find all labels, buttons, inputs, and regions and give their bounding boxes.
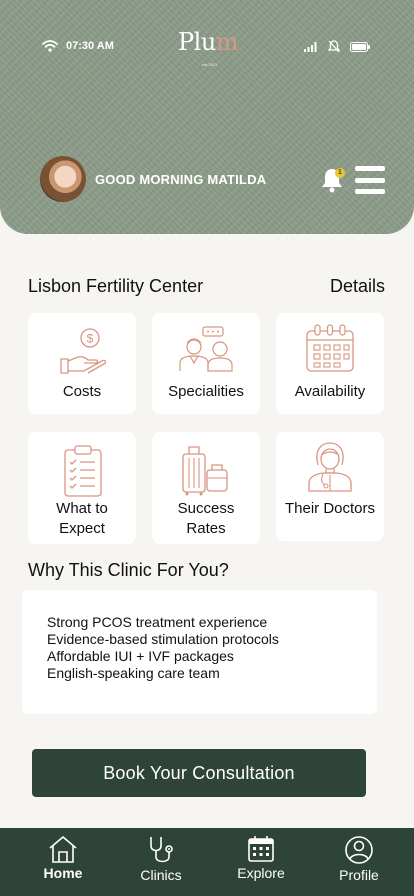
nav-item-home[interactable]: Home bbox=[23, 834, 103, 881]
nav-item-explore[interactable]: Explore bbox=[221, 834, 301, 881]
card-specialities[interactable]: Specialities bbox=[152, 313, 260, 414]
card-label-availability: Availability bbox=[294, 383, 366, 400]
card-success-rates[interactable]: Success Rates bbox=[152, 432, 260, 544]
profile-icon bbox=[345, 836, 373, 864]
status-bar-right bbox=[304, 40, 370, 53]
battery-icon bbox=[350, 41, 370, 52]
why-reasons-list: Strong PCOS treatment experience Evidenc… bbox=[47, 614, 377, 682]
doctor-icon bbox=[308, 442, 352, 492]
home-icon bbox=[49, 836, 77, 863]
card-availability[interactable]: Availability bbox=[276, 313, 384, 414]
header: 07:30 AM Plum est.2021 GOOD MORNING MATI… bbox=[0, 0, 414, 234]
card-label-specialities: Specialities bbox=[168, 383, 244, 400]
greeting-text: GOOD MORNING MATILDA bbox=[95, 172, 267, 187]
list-item: English-speaking care team bbox=[47, 665, 220, 681]
svg-text:$: $ bbox=[87, 332, 94, 346]
signal-icon bbox=[304, 41, 317, 52]
nav-label-clinics: Clinics bbox=[140, 867, 182, 883]
luggage-icon bbox=[182, 446, 228, 496]
status-time: 07:30 AM bbox=[66, 40, 114, 52]
list-item: Affordable IUI + IVF packages bbox=[47, 648, 234, 664]
list-item: Strong PCOS treatment experience bbox=[47, 614, 268, 630]
details-link[interactable]: Details bbox=[330, 276, 385, 297]
card-label-what-to-expect-line1: What to bbox=[56, 500, 108, 517]
hamburger-menu-icon[interactable] bbox=[355, 166, 385, 194]
nav-label-home: Home bbox=[43, 865, 83, 881]
nav-label-profile: Profile bbox=[339, 867, 379, 883]
nav-item-clinics[interactable]: Clinics bbox=[121, 834, 201, 883]
card-label-success-rates-line2: Rates bbox=[186, 520, 226, 537]
logo-tagline: est.2021 bbox=[202, 62, 218, 67]
calendar-icon bbox=[306, 324, 354, 372]
status-bar-left: 07:30 AM bbox=[42, 40, 114, 52]
card-label-costs: Costs bbox=[62, 383, 102, 400]
card-label-their-doctors: Their Doctors bbox=[284, 500, 376, 517]
wifi-icon bbox=[42, 40, 58, 52]
bottom-nav: Home Clinics Explore Profile bbox=[0, 828, 414, 896]
card-costs[interactable]: $ Costs bbox=[28, 313, 136, 414]
checklist-icon bbox=[64, 445, 102, 497]
card-label-success-rates-line1: Success bbox=[177, 500, 235, 517]
stethoscope-icon bbox=[150, 837, 173, 863]
brand-logo: Plum est.2021 bbox=[178, 28, 239, 67]
card-their-doctors[interactable]: Their Doctors bbox=[276, 432, 384, 541]
logo-main-text: Plu bbox=[178, 28, 216, 56]
book-consultation-button[interactable]: Book Your Consultation bbox=[32, 749, 366, 797]
avatar[interactable] bbox=[40, 156, 86, 202]
why-section-title: Why This Clinic For You? bbox=[28, 560, 229, 580]
nav-item-profile[interactable]: Profile bbox=[319, 834, 399, 883]
calendar-icon bbox=[248, 836, 274, 862]
why-reasons-box: Strong PCOS treatment experience Evidenc… bbox=[22, 590, 377, 714]
clinic-name: Lisbon Fertility Center bbox=[28, 276, 204, 296]
card-label-what-to-expect-line2: Expect bbox=[59, 520, 105, 537]
nav-label-explore: Explore bbox=[237, 865, 285, 881]
list-item: Evidence-based stimulation protocols bbox=[47, 631, 279, 647]
consultation-icon bbox=[179, 326, 233, 372]
logo-accent-text: m bbox=[215, 28, 239, 56]
notification-badge: 1 bbox=[335, 168, 345, 178]
hand-coin-icon: $ bbox=[60, 328, 107, 374]
silent-bell-icon bbox=[328, 40, 340, 53]
card-what-to-expect[interactable]: What to Expect bbox=[28, 432, 136, 544]
